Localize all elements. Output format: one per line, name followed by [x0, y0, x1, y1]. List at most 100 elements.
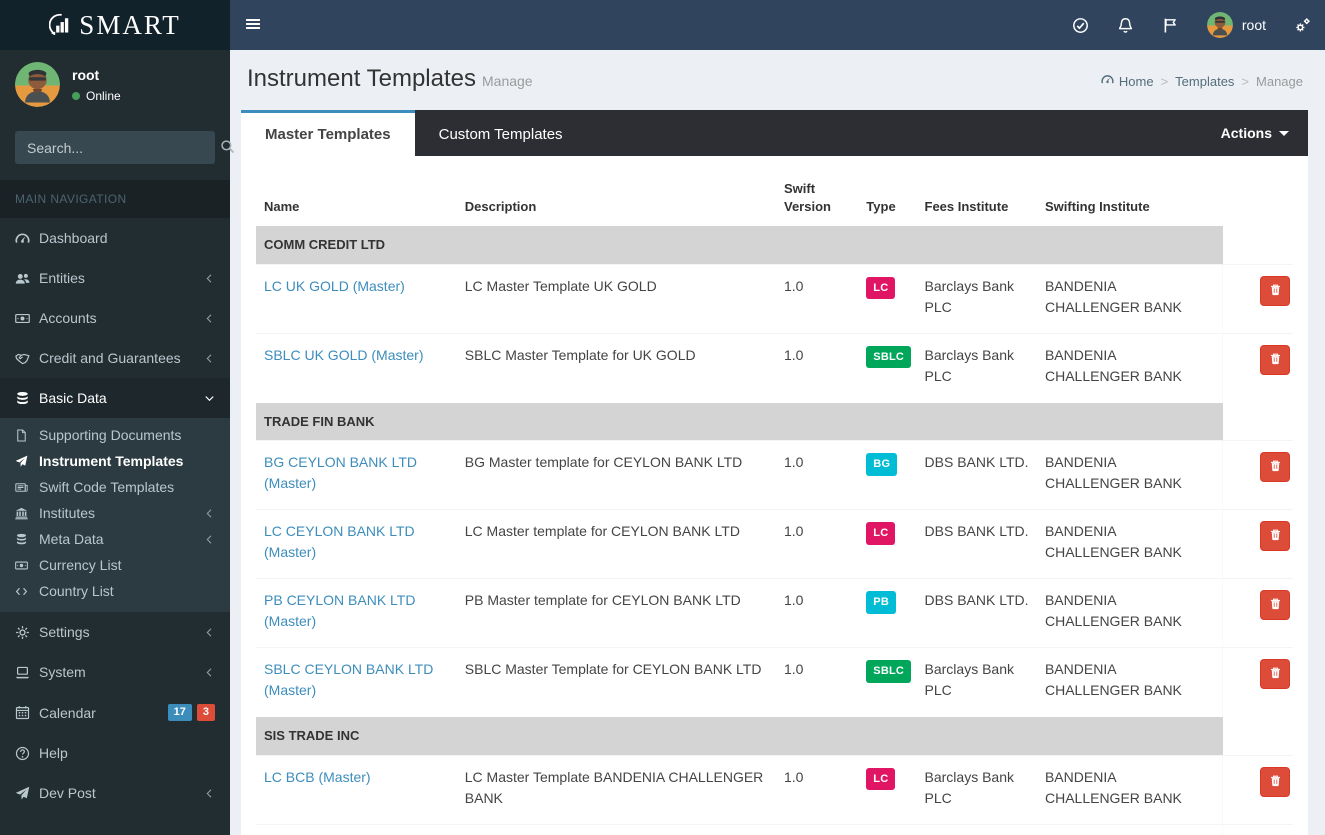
cell-actions — [1223, 441, 1293, 510]
trash-icon — [1269, 352, 1282, 368]
cell-type: LC — [858, 510, 916, 579]
cell-actions — [1223, 510, 1293, 579]
sidebar-item-basic-data[interactable]: Basic Data — [0, 378, 230, 418]
group-row: SIS TRADE INC — [256, 717, 1293, 756]
tachometer-icon — [15, 231, 39, 246]
tab-custom-templates[interactable]: Custom Templates — [415, 110, 587, 156]
group-row-spacer — [1223, 717, 1293, 756]
template-link[interactable]: LC CEYLON BANK LTD (Master) — [264, 523, 415, 560]
sidebar-item-instrument-templates[interactable]: Instrument Templates — [0, 448, 230, 474]
cell-swifting-institute: BANDENIA CHALLENGER BANK — [1037, 824, 1223, 835]
template-link[interactable]: SBLC CEYLON BANK LTD (Master) — [264, 661, 433, 698]
sidebar-item-swift-code-templates[interactable]: Swift Code Templates — [0, 474, 230, 500]
sidebar-item-label: Institutes — [39, 505, 95, 521]
delete-button[interactable] — [1260, 345, 1290, 375]
template-link[interactable]: PB CEYLON BANK LTD (Master) — [264, 592, 415, 629]
cell-name: SBLC CEYLON BANK LTD (Master) — [256, 648, 457, 717]
sidebar-item-currency-list[interactable]: Currency List — [0, 552, 230, 578]
delete-button[interactable] — [1260, 276, 1290, 306]
sidebar-item-settings[interactable]: Settings — [0, 612, 230, 652]
sidebar-item-label: Settings — [39, 624, 90, 640]
content-header: Instrument TemplatesManage Home>Template… — [230, 50, 1325, 93]
chevron-left-icon — [204, 273, 215, 284]
sidebar-item-help[interactable]: Help — [0, 733, 230, 773]
chevron-left-icon — [204, 534, 215, 545]
brand-logo[interactable]: SMART — [0, 0, 230, 50]
template-row: LC BCB (Master)LC Master Template BANDEN… — [256, 755, 1293, 824]
template-link[interactable]: LC UK GOLD (Master) — [264, 278, 405, 294]
cell-name: LC BCB (Master) — [256, 755, 457, 824]
chevron-left-icon — [204, 353, 215, 364]
users-icon — [15, 271, 39, 286]
cell-swift-version: 1.0 — [776, 264, 858, 333]
column-header-type: Type — [858, 170, 916, 226]
sidebar: SMART root Online MAIN NAVIGATION Dashbo… — [0, 0, 230, 835]
template-link[interactable]: LC BCB (Master) — [264, 769, 371, 785]
delete-button[interactable] — [1260, 659, 1290, 689]
actions-dropdown-button[interactable]: Actions — [1202, 110, 1308, 156]
sidebar-item-meta-data[interactable]: Meta Data — [0, 526, 230, 552]
template-link[interactable]: SBLC UK GOLD (Master) — [264, 347, 423, 363]
sidebar-item-institutes[interactable]: Institutes — [0, 500, 230, 526]
search-button[interactable] — [220, 131, 235, 164]
sidebar-item-accounts[interactable]: Accounts — [0, 298, 230, 338]
sidebar-item-dashboard[interactable]: Dashboard — [0, 218, 230, 258]
group-name: COMM CREDIT LTD — [256, 226, 1223, 265]
delete-button[interactable] — [1260, 521, 1290, 551]
send-icon — [15, 786, 39, 801]
tab-master-templates[interactable]: Master Templates — [241, 110, 415, 156]
delete-button[interactable] — [1260, 452, 1290, 482]
search-input[interactable] — [15, 131, 220, 164]
cell-name: BG CEYLON BANK LTD (Master) — [256, 441, 457, 510]
cell-swift-version: 1.0 — [776, 824, 858, 835]
sidebar-item-dev-post[interactable]: Dev Post — [0, 773, 230, 813]
online-dot-icon — [72, 92, 80, 100]
delete-button[interactable] — [1260, 767, 1290, 797]
breadcrumb-item-templates[interactable]: Templates — [1175, 74, 1234, 89]
chevron-left-icon — [204, 788, 215, 799]
column-header-actions — [1223, 170, 1293, 226]
group-row-spacer — [1223, 402, 1293, 441]
cell-swifting-institute: BANDENIA CHALLENGER BANK — [1037, 264, 1223, 333]
navbar-user-menu[interactable]: root — [1193, 0, 1280, 50]
cell-fees-institute: Barclays Bank PLC — [917, 264, 1037, 333]
sidebar-item-country-list[interactable]: Country List — [0, 578, 230, 604]
cell-type: PB — [858, 824, 916, 835]
delete-button[interactable] — [1260, 590, 1290, 620]
cell-fees-institute: DBS BANK LTD. — [917, 510, 1037, 579]
cell-fees-institute: Barclays Bank PLC — [917, 333, 1037, 402]
trash-icon — [1269, 774, 1282, 790]
cell-actions — [1223, 333, 1293, 402]
trash-icon — [1269, 283, 1282, 299]
notifications-bell-icon[interactable] — [1103, 0, 1148, 50]
group-name: TRADE FIN BANK — [256, 402, 1223, 441]
flag-icon[interactable] — [1148, 0, 1193, 50]
cell-name: PB CEYLON BANK LTD (Master) — [256, 579, 457, 648]
sidebar-item-supporting-documents[interactable]: Supporting Documents — [0, 422, 230, 448]
template-row: LC UK GOLD (Master)LC Master Template UK… — [256, 264, 1293, 333]
sidebar-item-label: Currency List — [39, 557, 121, 573]
sidebar-item-entities[interactable]: Entities — [0, 258, 230, 298]
banknote-icon — [15, 559, 39, 572]
sidebar-toggle-button[interactable] — [230, 0, 276, 50]
breadcrumb-item-home[interactable]: Home — [1101, 73, 1154, 89]
template-link[interactable]: BG CEYLON BANK LTD (Master) — [264, 454, 417, 491]
sidebar-item-label: Help — [39, 745, 68, 761]
group-name: SIS TRADE INC — [256, 717, 1223, 756]
chevron-left-icon — [204, 508, 215, 519]
cell-description: BG Master template for CEYLON BANK LTD — [457, 441, 776, 510]
user-status[interactable]: Online — [72, 89, 121, 103]
sidebar-item-calendar[interactable]: Calendar173 — [0, 692, 230, 733]
template-row: BG CEYLON BANK LTD (Master) BG Master tem… — [256, 441, 1293, 510]
template-row: SBLC CEYLON BANK LTD (Master)SBLC Master… — [256, 648, 1293, 717]
cell-actions — [1223, 755, 1293, 824]
sidebar-item-credit-and-guarantees[interactable]: Credit and Guarantees — [0, 338, 230, 378]
cell-name: PB BCB (Master) — [256, 824, 457, 835]
table-header-row: NameDescriptionSwift VersionTypeFees Ins… — [256, 170, 1293, 226]
cell-actions — [1223, 648, 1293, 717]
settings-cogs-icon[interactable] — [1280, 0, 1325, 50]
sidebar-item-label: Supporting Documents — [39, 427, 181, 443]
sidebar-item-system[interactable]: System — [0, 652, 230, 692]
check-circle-icon[interactable] — [1058, 0, 1103, 50]
type-badge: LC — [866, 277, 895, 300]
